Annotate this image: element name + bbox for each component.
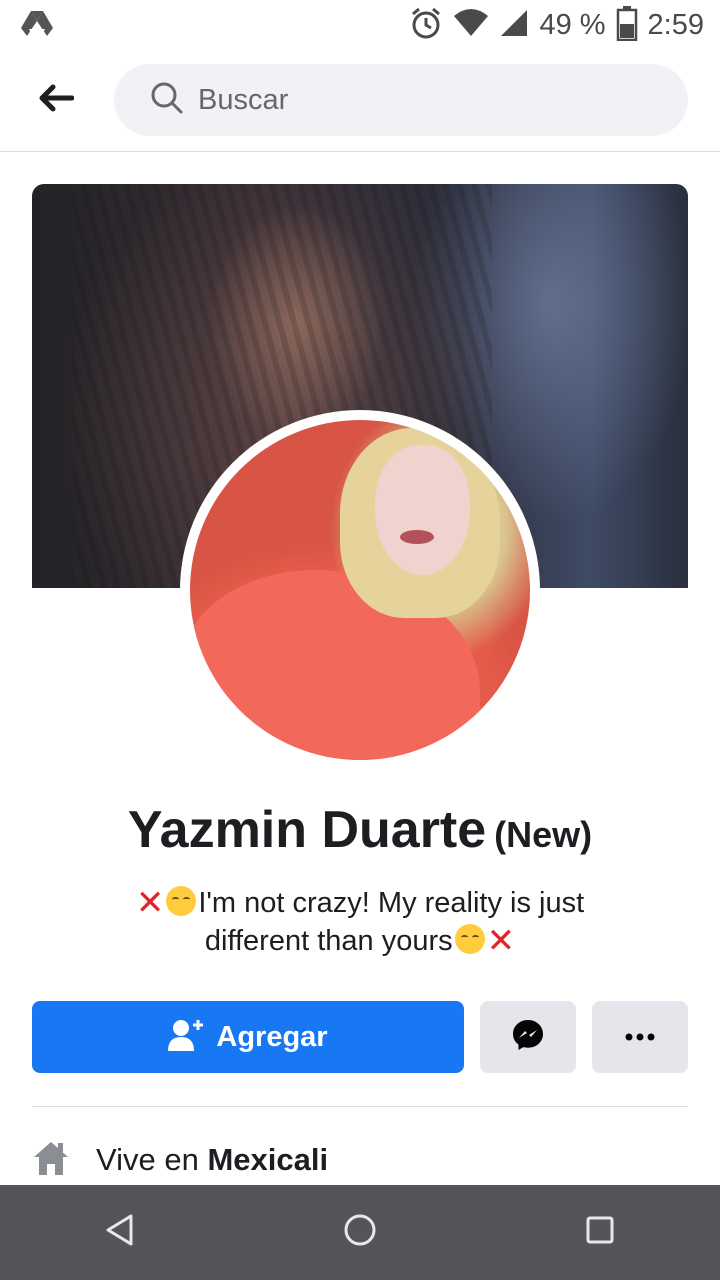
arrow-left-icon [38,84,75,117]
more-options-button[interactable] [592,1001,688,1073]
profile-bio: ✕ I'm not crazy! My reality is just diffe… [60,884,660,960]
add-friend-icon [168,1018,204,1057]
lives-in-prefix: Vive en [96,1142,199,1177]
bio-line-1: I'm not crazy! My reality is just [198,887,585,919]
signal-icon [499,8,529,43]
home-icon [32,1140,70,1181]
add-friend-label: Agregar [216,1020,328,1053]
alarm-icon [409,6,443,45]
battery-percent: 49 % [539,8,606,41]
home-circle-icon [343,1213,377,1252]
system-back-button[interactable] [80,1193,160,1273]
relieved-face-icon [454,924,485,954]
profile-name: Yazmin Duarte [127,801,487,859]
profile-name-tag: (New) [494,814,593,855]
battery-icon [616,5,638,46]
drive-icon [20,9,54,42]
avatar-face [375,445,470,575]
lives-in-city[interactable]: Mexicali [207,1142,328,1177]
cross-mark-icon: ✕ [486,922,516,960]
system-nav-bar [0,1185,720,1280]
profile-name-line: Yazmin Duarte (New) [0,800,720,860]
back-button[interactable] [28,78,84,122]
messenger-icon [511,1018,545,1057]
lives-in-text: Vive en Mexicali [96,1142,328,1178]
system-recents-button[interactable] [560,1193,640,1273]
bio-line-2-row: different than yours ✕ [60,922,660,960]
status-bar: 49 % 2:59 [0,0,720,50]
search-input[interactable]: Buscar [114,64,688,136]
lives-in-row[interactable]: Vive en Mexicali [32,1136,688,1184]
search-icon [150,81,184,120]
back-triangle-icon [105,1213,135,1252]
profile-picture[interactable] [190,420,530,760]
bio-line-1-row: ✕ I'm not crazy! My reality is just [60,884,660,922]
message-button[interactable] [480,1001,576,1073]
wifi-icon [453,8,489,43]
recents-square-icon [585,1215,615,1250]
avatar-lips [400,530,434,544]
relieved-face-icon [166,886,197,916]
more-dots-icon [625,1028,655,1046]
clock: 2:59 [647,8,704,41]
add-friend-button[interactable]: Agregar [32,1001,464,1073]
search-placeholder: Buscar [198,83,289,116]
section-divider [32,1106,688,1107]
top-nav: Buscar [0,50,720,152]
system-home-button[interactable] [320,1193,400,1273]
cross-mark-icon: ✕ [135,884,165,922]
bio-line-2: different than yours [204,925,453,957]
